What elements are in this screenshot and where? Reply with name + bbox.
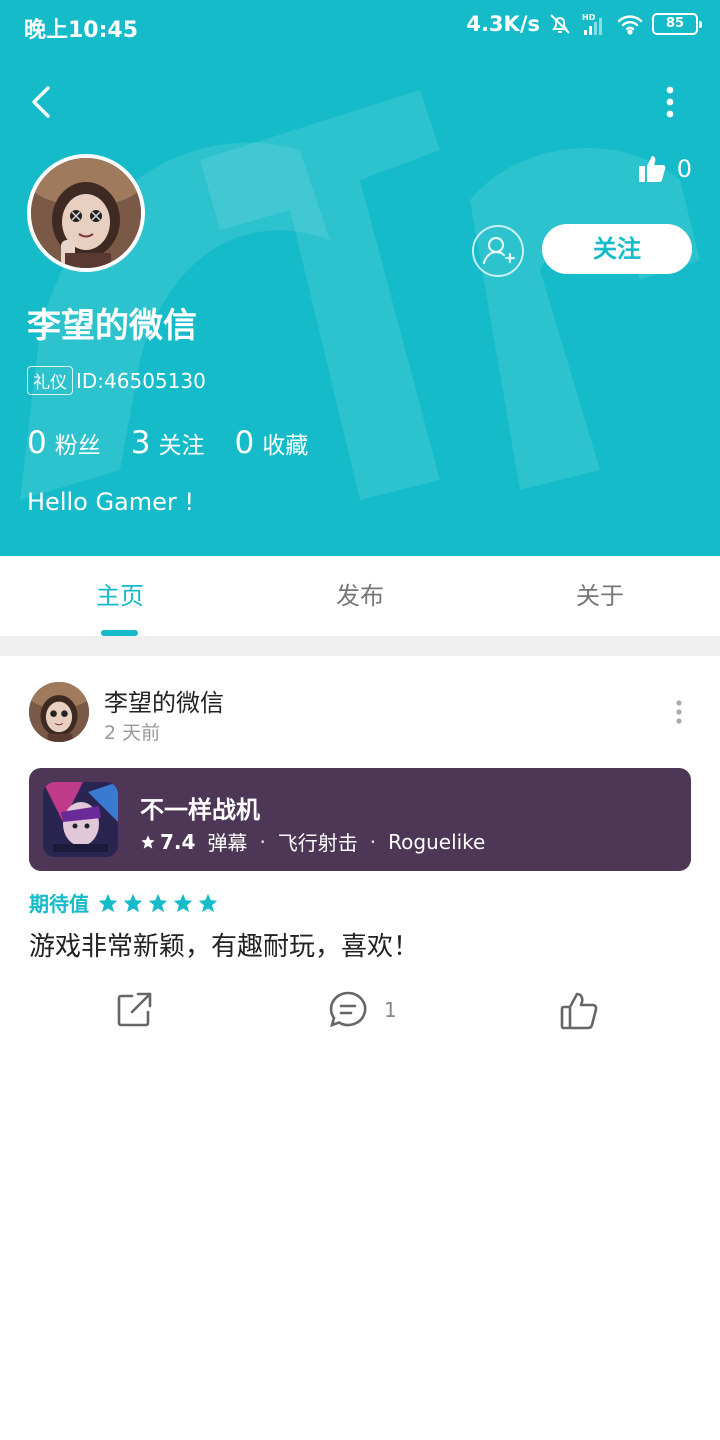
post-more-button[interactable] — [674, 700, 684, 724]
rating-star-icon — [123, 893, 143, 912]
comment-count: 1 — [384, 998, 397, 1022]
comment-button[interactable]: 1 — [328, 990, 397, 1030]
game-score-value: 7.4 — [160, 829, 196, 854]
game-title: 不一样战机 — [140, 796, 260, 824]
tag-separator: · — [369, 829, 377, 854]
back-button[interactable] — [24, 82, 60, 122]
comment-icon — [329, 991, 367, 1028]
game-tag: Roguelike — [388, 829, 486, 854]
profile-header: 晚上10:45 4.3K/s HD 85 0 关注 李望的微信 礼仪 ID:46… — [0, 0, 720, 556]
post-author[interactable]: 李望的微信 — [104, 683, 224, 718]
stat-fans[interactable]: 0 粉丝 — [27, 425, 101, 461]
post-time: 2 天前 — [104, 722, 161, 744]
profile-username: 李望的微信 — [27, 306, 197, 346]
profile-tabs: 主页 发布 关于 — [0, 556, 720, 636]
id-tag-badge: 礼仪 — [27, 366, 73, 395]
stat-following[interactable]: 3 关注 — [131, 425, 205, 461]
rating-stars — [97, 892, 219, 914]
game-icon-image — [43, 782, 118, 857]
rating-star-icon — [148, 893, 168, 912]
follow-button[interactable]: 关注 — [542, 224, 692, 274]
battery-icon: 85 — [652, 13, 702, 35]
status-bar: 晚上10:45 4.3K/s HD 85 — [0, 0, 720, 52]
status-icons: 4.3K/s HD 85 — [466, 12, 702, 36]
stat-favorites[interactable]: 0 收藏 — [234, 425, 308, 461]
stat-value: 0 — [27, 425, 47, 461]
rating-row: 期待值 — [29, 888, 219, 917]
rating-label: 期待值 — [29, 892, 89, 916]
watermark-logo — [20, 90, 700, 500]
tab-posts[interactable]: 发布 — [240, 556, 480, 636]
stat-label: 关注 — [158, 433, 205, 459]
mute-bell-icon — [550, 14, 570, 34]
wifi-icon — [617, 15, 643, 35]
stat-value: 0 — [234, 425, 255, 461]
game-meta: 7.4 弹幕 · 飞行射击 · Roguelike — [140, 827, 485, 856]
signal-icon: HD — [582, 13, 602, 35]
star-icon — [141, 834, 155, 849]
svg-text:HD: HD — [582, 13, 596, 22]
review-text: 游戏非常新颖，有趣耐玩，喜欢！ — [29, 932, 420, 962]
more-menu-button[interactable] — [656, 84, 684, 120]
stat-value: 3 — [130, 425, 151, 461]
user-id-row: 礼仪 ID:46505130 — [27, 366, 206, 395]
profile-stats: 0 粉丝 3 关注 0 收藏 — [27, 425, 308, 461]
stat-label: 收藏 — [262, 433, 309, 459]
rating-star-icon — [98, 893, 118, 912]
post-actions: 1 — [0, 990, 720, 1034]
share-button[interactable] — [114, 990, 154, 1030]
add-friend-button[interactable] — [472, 225, 524, 277]
avatar-image — [29, 682, 89, 742]
profile-likes[interactable]: 0 — [637, 154, 692, 184]
user-id: ID:46505130 — [76, 368, 206, 393]
game-score: 7.4 — [140, 830, 195, 854]
status-time: 晚上10:45 — [24, 18, 139, 43]
rating-star-icon — [198, 893, 218, 912]
game-tag: 弹幕 — [207, 831, 248, 855]
game-icon — [43, 782, 118, 857]
game-card[interactable]: 不一样战机 7.4 弹幕 · 飞行射击 · Roguelike — [29, 768, 691, 871]
section-divider — [0, 636, 720, 656]
network-speed: 4.3K/s — [466, 12, 540, 36]
likes-count: 0 — [676, 155, 692, 183]
tag-separator: · — [259, 829, 266, 854]
avatar[interactable] — [27, 154, 145, 272]
post-avatar[interactable] — [29, 682, 89, 742]
tab-about[interactable]: 关于 — [480, 556, 720, 636]
game-tag: 飞行射击 — [277, 831, 358, 855]
rating-star-icon — [173, 893, 193, 912]
like-button[interactable] — [558, 990, 600, 1032]
thumbs-up-icon — [638, 156, 666, 182]
avatar-image — [31, 158, 141, 268]
add-user-icon — [482, 236, 516, 265]
tab-home[interactable]: 主页 — [0, 556, 240, 636]
profile-bio: Hello Gamer ! — [27, 488, 195, 516]
stat-label: 粉丝 — [54, 433, 101, 459]
